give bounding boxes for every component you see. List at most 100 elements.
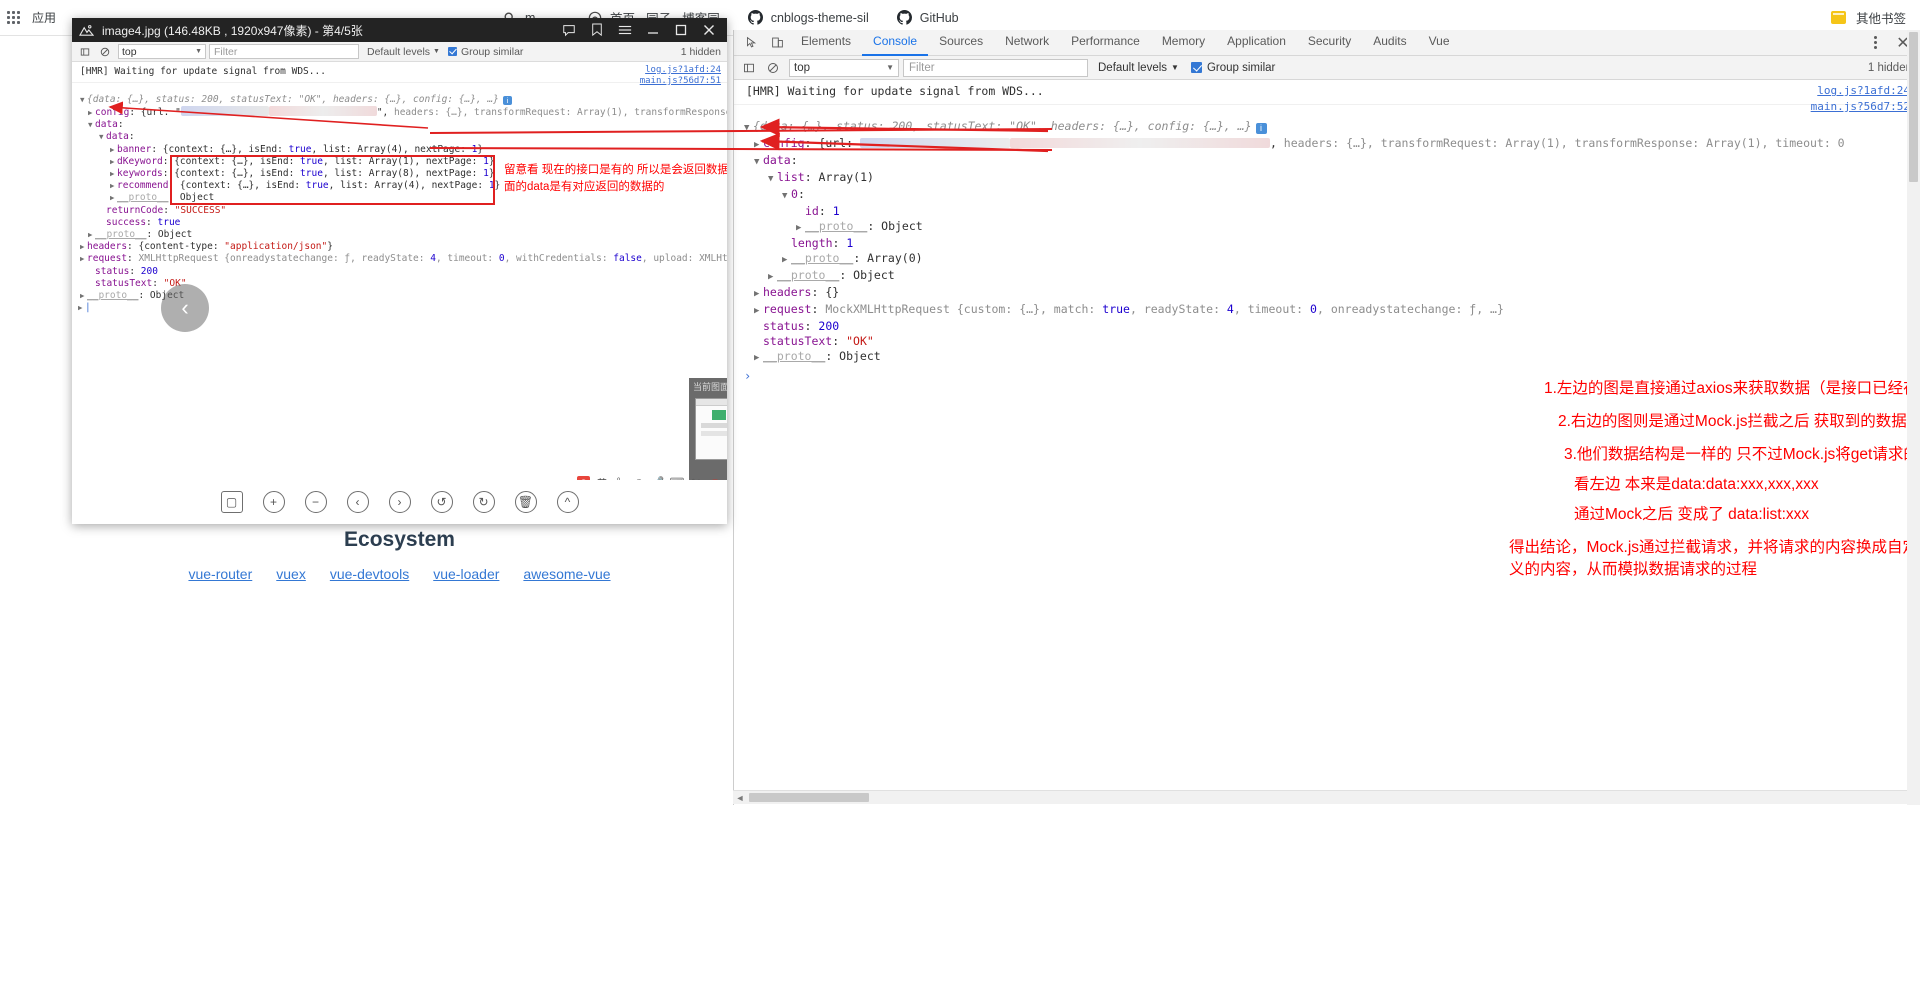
expand-triangle-icon[interactable]: ▼ — [80, 94, 87, 105]
tab-vue[interactable]: Vue — [1418, 30, 1461, 56]
devtools-horizontal-scrollbar[interactable]: ◄ — [733, 790, 1920, 804]
favorite-icon[interactable] — [589, 22, 605, 38]
expand-triangle-icon[interactable]: ▶ — [88, 229, 95, 240]
link-vue-loader[interactable]: vue-loader — [433, 566, 499, 582]
console-row-list[interactable]: ▼ list: Array(1) — [734, 170, 1920, 187]
menu-icon[interactable] — [617, 22, 633, 38]
tab-audits[interactable]: Audits — [1362, 30, 1417, 56]
info-icon[interactable]: i — [1255, 123, 1267, 134]
expand-triangle-icon[interactable]: ▶ — [110, 168, 117, 179]
console-row-data-outer[interactable]: ▼ data: — [72, 119, 727, 131]
expand-triangle-icon[interactable]: ▼ — [754, 156, 763, 169]
group-similar-checkbox[interactable] — [1190, 62, 1202, 73]
expand-triangle-icon[interactable]: ▶ — [754, 288, 763, 301]
group-similar-toggle[interactable]: Group similar — [447, 46, 523, 58]
console-row-proto[interactable]: ▶ __proto__: Object — [734, 219, 1920, 236]
close-icon[interactable] — [701, 22, 717, 38]
console-row-index-0[interactable]: ▼ 0: — [734, 187, 1920, 204]
info-icon[interactable]: i — [502, 95, 512, 105]
console-sidebar-icon[interactable] — [737, 57, 761, 79]
log-level-select[interactable]: Default levels ▼ — [367, 46, 440, 58]
source-link[interactable]: main.js?56d7:51 — [640, 76, 721, 87]
console-filter-input[interactable]: Filter — [903, 58, 1088, 77]
expand-triangle-icon[interactable]: ▶ — [754, 139, 763, 152]
expand-triangle-icon[interactable]: ▶ — [110, 144, 117, 155]
link-awesome-vue[interactable]: awesome-vue — [523, 566, 610, 582]
console-row-proto[interactable]: ▶ __proto__: Array(0) — [734, 251, 1920, 268]
other-bookmarks-label[interactable]: 其他书签 — [1856, 8, 1906, 27]
prev-image-icon[interactable]: ‹ — [346, 491, 369, 513]
console-row-request[interactable]: ▶ request: XMLHttpRequest {onreadystatech… — [72, 253, 727, 265]
devtools-more-icon[interactable] — [1862, 31, 1888, 55]
expand-triangle-icon[interactable]: ▼ — [99, 131, 106, 142]
execution-context-select[interactable]: top ▼ — [118, 44, 206, 59]
minimize-icon[interactable] — [645, 22, 661, 38]
console-row-headers[interactable]: ▶ headers: {content-type: "application/js… — [72, 241, 727, 253]
expand-triangle-icon[interactable]: ▶ — [768, 271, 777, 284]
console-row-proto[interactable]: ▶ __proto__: Object — [734, 268, 1920, 285]
tab-performance[interactable]: Performance — [1060, 30, 1151, 56]
expand-triangle-icon[interactable]: ▶ — [110, 180, 117, 191]
log-level-select[interactable]: Default levels ▼ — [1098, 62, 1179, 74]
console-sidebar-icon[interactable] — [75, 43, 95, 61]
group-similar-checkbox[interactable] — [447, 47, 457, 56]
expand-triangle-icon[interactable]: ▼ — [782, 190, 791, 203]
zoom-in-icon[interactable]: + — [262, 491, 285, 513]
console-row-config[interactable]: ▶ config: {url: " ", headers: {…}, transfo… — [72, 105, 727, 118]
console-row-proto[interactable]: ▶ __proto__: Object — [72, 228, 727, 240]
source-link[interactable]: log.js?1afd:24 — [645, 65, 721, 76]
inspect-element-icon[interactable] — [738, 31, 764, 55]
tab-elements[interactable]: Elements — [790, 30, 862, 56]
console-filter-input[interactable]: Filter — [209, 44, 359, 59]
scrollbar-thumb[interactable] — [749, 793, 869, 802]
link-vue-router[interactable]: vue-router — [188, 566, 252, 582]
expand-triangle-icon[interactable]: ▼ — [88, 119, 95, 130]
tab-memory[interactable]: Memory — [1151, 30, 1216, 56]
crop-icon[interactable]: ▢ — [220, 491, 243, 513]
execution-context-select[interactable]: top ▼ — [789, 58, 899, 77]
scroll-left-arrow-icon[interactable]: ◄ — [733, 793, 747, 803]
more-options-icon[interactable]: ^ — [556, 491, 579, 513]
console-row-headers[interactable]: ▶ headers: {} — [734, 285, 1920, 302]
console-row-config[interactable]: ▶ config: {url: , headers: {…}, transform… — [734, 136, 1920, 153]
expand-triangle-icon[interactable]: ▼ — [744, 122, 753, 135]
device-toolbar-icon[interactable] — [764, 31, 790, 55]
console-row-data[interactable]: ▼ data: — [734, 153, 1920, 170]
link-vuex[interactable]: vuex — [276, 566, 306, 582]
next-image-icon[interactable]: › — [388, 491, 411, 513]
maximize-icon[interactable] — [673, 22, 689, 38]
expand-triangle-icon[interactable]: ▶ — [754, 305, 763, 318]
rotate-left-icon[interactable]: ↺ — [430, 491, 453, 513]
tab-console[interactable]: Console — [862, 30, 929, 56]
page-vertical-scrollbar[interactable] — [1907, 30, 1920, 805]
zoom-out-icon[interactable]: − — [304, 491, 327, 513]
expand-triangle-icon[interactable]: ▶ — [796, 222, 805, 235]
expand-triangle-icon[interactable]: ▼ — [768, 173, 777, 186]
tab-application[interactable]: Application — [1216, 30, 1297, 56]
console-object-root[interactable]: ▼ {data: {…}, status: 200, statusText: "O… — [734, 119, 1920, 136]
expand-triangle-icon[interactable]: ▶ — [88, 107, 95, 118]
comment-icon[interactable] — [561, 22, 577, 38]
clear-console-icon[interactable] — [761, 57, 785, 79]
tab-sources[interactable]: Sources — [928, 30, 994, 56]
group-similar-toggle[interactable]: Group similar — [1190, 62, 1275, 74]
tab-security[interactable]: Security — [1297, 30, 1362, 56]
expand-triangle-icon[interactable]: ▶ — [80, 290, 87, 301]
console-row-data-inner[interactable]: ▼ data: — [72, 131, 727, 143]
viewer-prev-button[interactable]: ‹ — [161, 284, 209, 332]
clear-console-icon[interactable] — [95, 43, 115, 61]
delete-icon[interactable]: 🗑 — [514, 491, 537, 513]
apps-grid-icon[interactable] — [0, 0, 26, 36]
tab-network[interactable]: Network — [994, 30, 1060, 56]
expand-triangle-icon[interactable]: ▶ — [110, 192, 117, 203]
source-link[interactable]: main.js?56d7:52 — [1811, 100, 1910, 113]
link-vue-devtools[interactable]: vue-devtools — [330, 566, 409, 582]
expand-triangle-icon[interactable]: ▶ — [80, 253, 87, 264]
console-row-request[interactable]: ▶ request: MockXMLHttpRequest {custom: {…… — [734, 302, 1920, 319]
source-link[interactable]: log.js?1afd:24 — [1817, 84, 1910, 97]
expand-triangle-icon[interactable]: ▶ — [782, 254, 791, 267]
expand-triangle-icon[interactable]: ▶ — [80, 241, 87, 252]
console-row-proto[interactable]: ▶ __proto__: Object — [734, 349, 1920, 366]
console-object-root[interactable]: ▼ {data: {…}, status: 200, statusText: "O… — [72, 93, 727, 105]
rotate-right-icon[interactable]: ↻ — [472, 491, 495, 513]
